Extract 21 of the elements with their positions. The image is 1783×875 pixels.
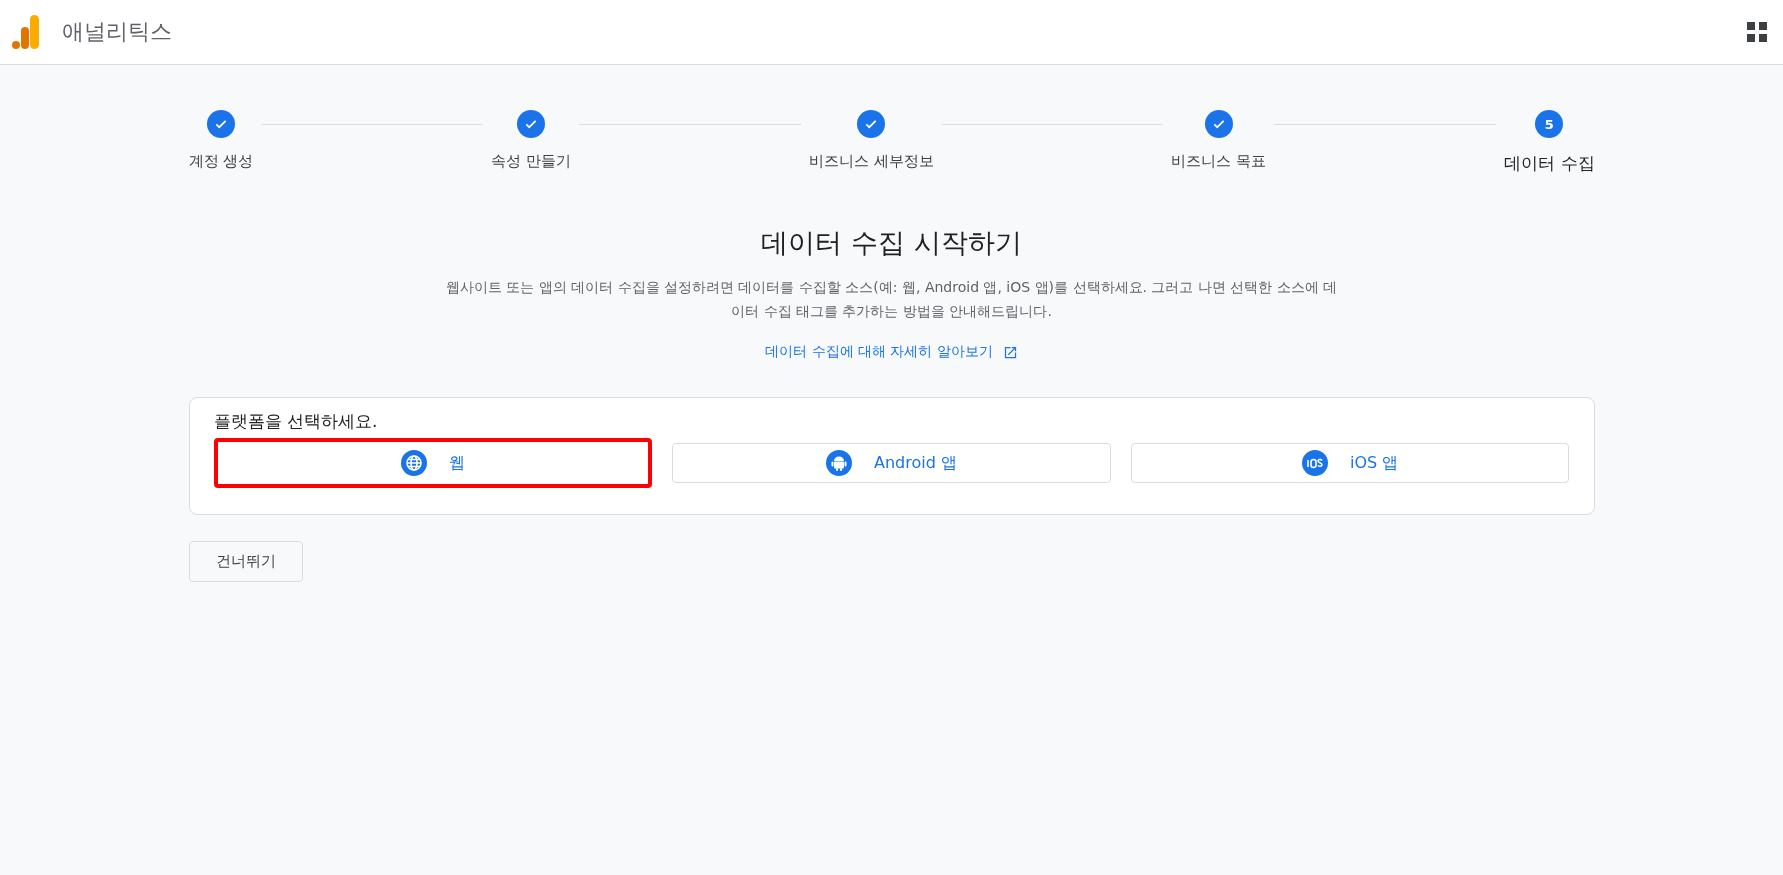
analytics-logo-icon [12,15,40,49]
platform-prompt: 플랫폼을 선택하세요. [213,410,379,433]
android-icon [826,450,852,476]
external-link-icon [1002,344,1018,360]
ios-icon [1302,450,1328,476]
platform-button[interactable]: 웹 [213,438,653,488]
skip-button[interactable]: 건너뛰기 [188,541,303,582]
description-text: 웹사이트 또는 앱의 데이터 수집을 설정하려면 데이터를 수집할 소스(예: 웹, Android 앱, iOS 앱)를 선택하세요. 그러고 나면 선택한 소스에 데이터 수집 태그를 추가하는 방법을 안내해드립니다. [444,278,1339,321]
step-number: 5 [1544,116,1554,132]
page-heading: 데이터 수집 시작하기 [761,226,1022,260]
platform-button[interactable]: iOS 앱 [1130,443,1570,483]
app-title: 애널리틱스 [62,18,172,46]
globe-icon [400,450,427,476]
apps-grid-icon[interactable] [1747,22,1767,42]
learn-more-link[interactable]: 데이터 수집에 대해 자세히 알아보기 [765,343,1018,361]
step-label: 데이터 수집 [1504,152,1595,175]
step-label: 계정 생성 [188,152,254,171]
step-label: 속성 만들기 [491,152,571,171]
step-label: 비즈니스 목표 [1171,152,1267,171]
step-label: 비즈니스 세부정보 [808,152,934,171]
platform-button[interactable]: Android 앱 [672,443,1111,483]
